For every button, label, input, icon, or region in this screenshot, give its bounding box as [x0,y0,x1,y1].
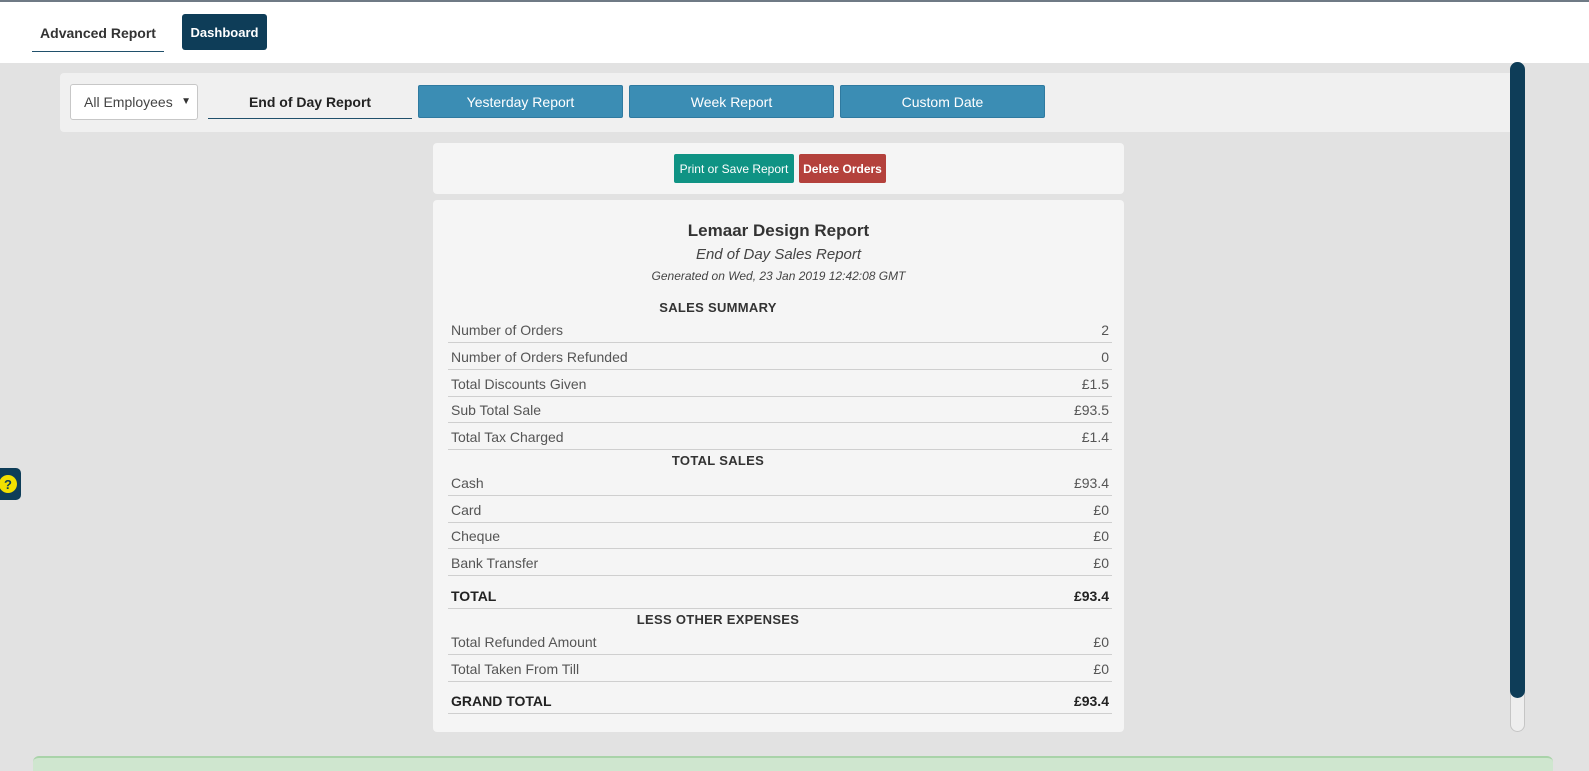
sales-summary-heading: SALES SUMMARY [659,300,777,315]
row-value: £93.5 [1073,402,1109,418]
total-sales-heading: TOTAL SALES [671,453,765,468]
grand-total-label: GRAND TOTAL [451,693,552,709]
employee-select-value: All Employees [84,94,173,110]
caret-down-icon: ▼ [181,96,191,107]
sales-row-cheque: Cheque £0 [448,522,1112,549]
row-label: Cash [451,475,484,491]
expense-row-refunded-amount: Total Refunded Amount £0 [448,628,1112,655]
sales-row-cash: Cash £93.4 [448,469,1112,496]
summary-row-sub-total-sale: Sub Total Sale £93.5 [448,396,1112,423]
report-subtitle: End of Day Sales Report [695,246,862,263]
row-value: £1.4 [1081,429,1109,445]
row-value: 0 [1101,349,1109,365]
summary-row-tax-charged: Total Tax Charged £1.4 [448,423,1112,450]
sales-row-card: Card £0 [448,496,1112,523]
row-label: Card [451,502,482,518]
week-report-button[interactable]: Week Report [629,85,834,118]
summary-row-discounts-given: Total Discounts Given £1.5 [448,370,1112,397]
row-label: Number of Orders Refunded [451,349,628,365]
grand-total-value: £93.4 [1073,693,1109,709]
row-value: £0 [1093,634,1109,650]
dashboard-button[interactable]: Dashboard [182,14,267,50]
row-label: Total Taken From Till [451,661,580,677]
report-action-bar: Print or Save Report Delete Orders [433,143,1124,194]
report-filter-bar: All Employees ▼ End of Day Report Yester… [60,73,1516,132]
row-value: £0 [1093,555,1109,571]
row-label: Bank Transfer [451,555,539,571]
custom-date-button[interactable]: Custom Date [840,85,1045,118]
print-or-save-report-button[interactable]: Print or Save Report [674,154,794,183]
row-value: £1.5 [1081,376,1109,392]
grand-total-row: GRAND TOTAL £93.4 [448,682,1112,714]
row-label: Total Refunded Amount [451,634,597,650]
help-widget[interactable]: ? [0,468,21,500]
tab-end-of-day-report[interactable]: End of Day Report [208,85,412,119]
row-label: Number of Orders [451,322,564,338]
expense-row-taken-from-till: Total Taken From Till £0 [448,655,1112,682]
row-label: Sub Total Sale [451,402,542,418]
report-title: Lemaar Design Report [687,221,870,240]
row-label: Total Discounts Given [451,376,587,392]
summary-row-number-of-orders: Number of Orders 2 [448,316,1112,343]
row-value: £0 [1093,661,1109,677]
row-value: £93.4 [1073,475,1109,491]
sales-row-bank-transfer: Bank Transfer £0 [448,549,1112,576]
top-navbar: Advanced Report Dashboard [0,2,1589,63]
row-label: Cheque [451,528,501,544]
delete-orders-button[interactable]: Delete Orders [799,154,886,183]
yesterday-report-button[interactable]: Yesterday Report [418,85,623,118]
report-generated-timestamp: Generated on Wed, 23 Jan 2019 12:42:08 G… [651,269,906,283]
total-label: TOTAL [451,588,497,604]
row-value: £0 [1093,528,1109,544]
report-panel: Lemaar Design Report End of Day Sales Re… [433,200,1124,732]
row-value: £0 [1093,502,1109,518]
less-other-expenses-heading: LESS OTHER EXPENSES [636,612,800,627]
question-mark-icon: ? [0,475,17,493]
nav-tab-advanced-report[interactable]: Advanced Report [32,14,164,52]
row-label: Total Tax Charged [451,429,564,445]
sales-total-row: TOTAL £93.4 [448,576,1112,609]
summary-row-orders-refunded: Number of Orders Refunded 0 [448,343,1112,370]
scrollbar-thumb[interactable] [1510,62,1525,698]
total-value: £93.4 [1073,588,1109,604]
row-value: 2 [1101,322,1109,338]
employee-select[interactable]: All Employees ▼ [70,84,198,120]
